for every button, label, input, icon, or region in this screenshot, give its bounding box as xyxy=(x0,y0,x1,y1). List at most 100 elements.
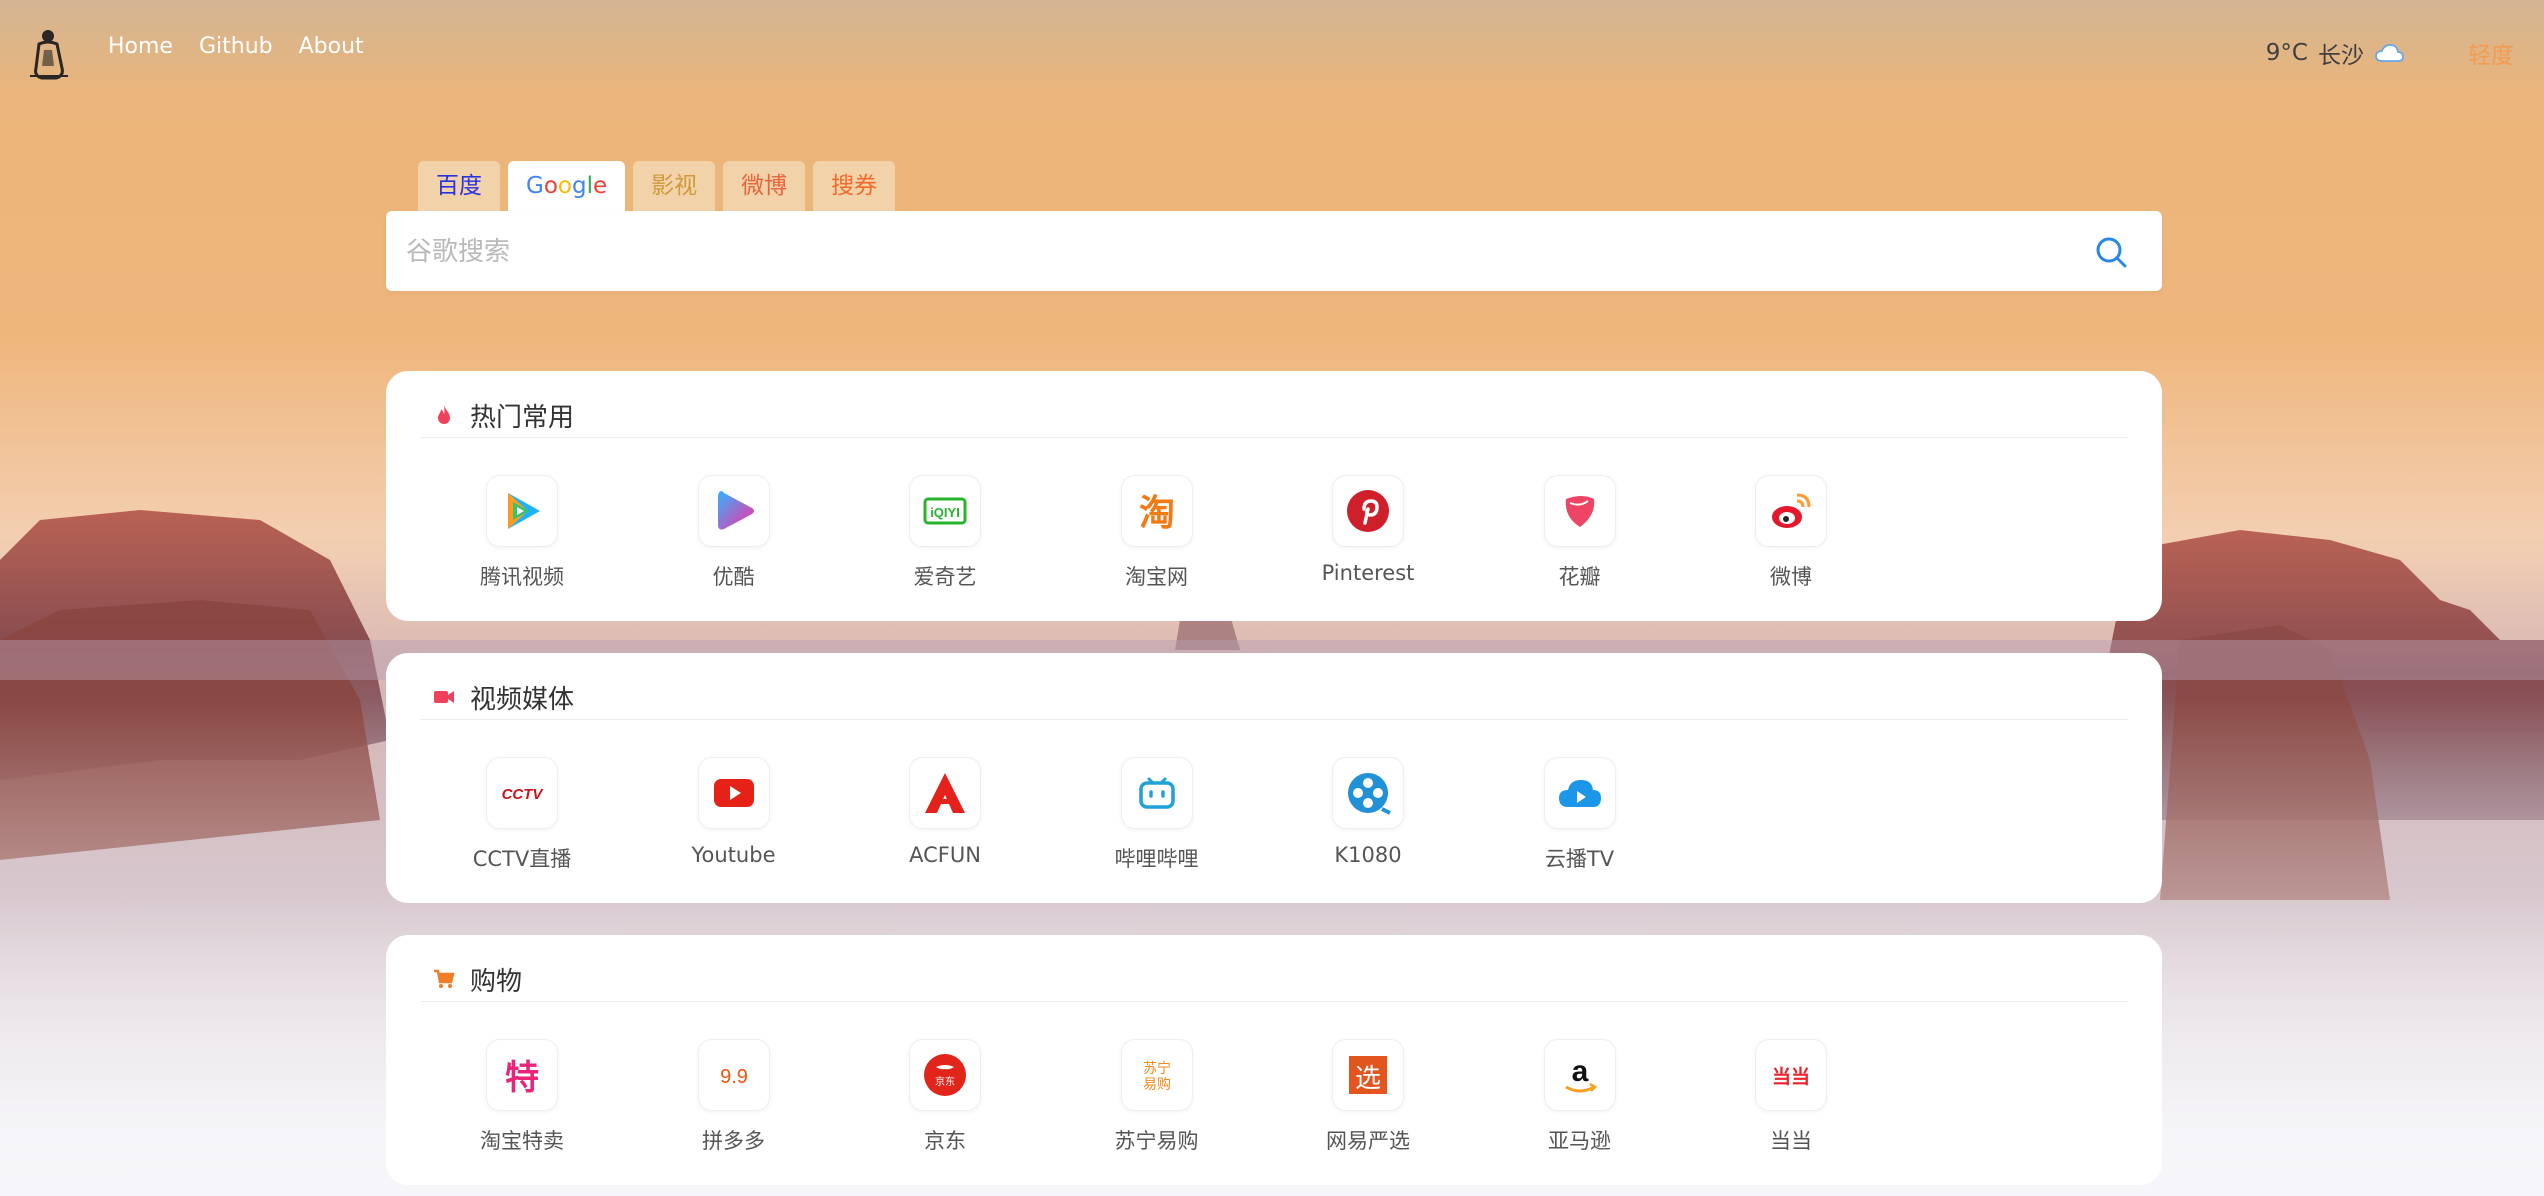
site-link[interactable]: 腾讯视频 xyxy=(432,475,612,591)
search-input[interactable] xyxy=(404,223,2058,281)
site-label: 当当 xyxy=(1770,1129,1812,1153)
section-card-2: 购物特淘宝特卖 9.9 拼多多 京东 京东 苏宁 易购 苏宁易购选网易严选 a 亚马逊 当当 当当 xyxy=(386,935,2162,1185)
svg-text:9.9: 9.9 xyxy=(720,1066,748,1088)
huaban-icon xyxy=(1543,475,1616,547)
site-label: 腾讯视频 xyxy=(480,565,564,589)
taobao-icon: 淘 xyxy=(1120,475,1193,547)
fire-icon xyxy=(432,403,456,427)
section-header: 热门常用 xyxy=(420,393,2128,438)
site-label: Youtube xyxy=(691,843,776,867)
youku-icon xyxy=(697,475,770,547)
suning-icon: 苏宁 易购 xyxy=(1120,1039,1193,1111)
site-link[interactable]: CCTV CCTV直播 xyxy=(432,757,612,873)
site-link[interactable]: 云播TV xyxy=(1490,757,1670,873)
search-tab-1[interactable]: Google xyxy=(508,161,626,211)
site-link[interactable]: 苏宁 易购 苏宁易购 xyxy=(1067,1039,1247,1155)
site-link[interactable]: 京东 京东 xyxy=(855,1039,1035,1155)
site-label: 花瓣 xyxy=(1558,565,1601,589)
section-card-1: 视频媒体 CCTV CCTV直播 Youtube ACFUN 哔哩哔哩 K1080 云播TV xyxy=(386,653,2162,903)
site-label: 亚马逊 xyxy=(1548,1129,1611,1153)
svg-text:iQIYI: iQIYI xyxy=(930,505,960,520)
search-tab-3[interactable]: 微博 xyxy=(723,161,806,211)
site-link[interactable]: 花瓣 xyxy=(1490,475,1670,591)
search-tab-label: Google xyxy=(526,173,608,199)
iqiyi-icon: iQIYI xyxy=(909,475,981,547)
search-bar xyxy=(386,211,2162,291)
weibo-icon xyxy=(1755,475,1827,547)
youtube-icon xyxy=(697,757,770,829)
logo-icon[interactable] xyxy=(26,26,72,80)
top-bar: Home Github About 9°C 长沙 轻度 xyxy=(0,0,2544,100)
site-link[interactable]: iQIYI 爱奇艺 xyxy=(855,475,1035,591)
nav-github-link[interactable]: Github xyxy=(199,34,273,59)
nav-home-link[interactable]: Home xyxy=(108,34,173,59)
bilibili-icon xyxy=(1120,757,1193,829)
acfun-icon xyxy=(909,757,981,829)
svg-text:选: 选 xyxy=(1355,1064,1381,1094)
video-camera-icon xyxy=(432,685,456,709)
site-link[interactable]: 哔哩哔哩 xyxy=(1067,757,1247,873)
svg-text:a: a xyxy=(1571,1055,1588,1088)
site-link[interactable]: Pinterest xyxy=(1278,475,1458,585)
cloud-play-icon xyxy=(1543,757,1616,829)
site-label: Pinterest xyxy=(1321,561,1415,585)
site-link[interactable]: 当当 当当 xyxy=(1701,1039,1881,1155)
site-label: 微博 xyxy=(1770,565,1812,589)
section-title: 热门常用 xyxy=(470,403,575,433)
site-link[interactable]: K1080 xyxy=(1278,757,1458,867)
jd-icon: 京东 xyxy=(909,1039,981,1111)
amazon-icon: a xyxy=(1543,1039,1616,1111)
site-link[interactable]: Youtube xyxy=(644,757,824,867)
cctv-icon: CCTV xyxy=(486,757,558,829)
site-label: 淘宝特卖 xyxy=(480,1129,564,1153)
site-label: 爱奇艺 xyxy=(913,565,977,589)
site-link[interactable]: 优酷 xyxy=(644,475,824,591)
search-tab-label: 百度 xyxy=(436,173,482,199)
section-card-0: 热门常用腾讯视频 优酷 iQIYI 爱奇艺 淘淘宝网 Pinterest 花瓣 微博 xyxy=(386,371,2162,621)
weather-temp: 9°C xyxy=(2265,40,2308,66)
site-label: 拼多多 xyxy=(702,1129,765,1153)
search-tab-label: 影视 xyxy=(651,173,698,199)
site-label: CCTV直播 xyxy=(472,847,572,871)
nav-about-link[interactable]: About xyxy=(299,34,364,59)
site-link[interactable]: 淘淘宝网 xyxy=(1067,475,1247,591)
svg-text:苏宁: 苏宁 xyxy=(1143,1060,1171,1077)
site-link[interactable]: 选网易严选 xyxy=(1278,1039,1458,1155)
section-title: 购物 xyxy=(470,967,523,997)
search-tab-label: 微博 xyxy=(741,173,788,199)
svg-text:特: 特 xyxy=(505,1058,539,1098)
site-label: 优酷 xyxy=(712,565,755,589)
dangdang-icon: 当当 xyxy=(1755,1039,1827,1111)
search-tab-4[interactable]: 搜券 xyxy=(813,161,896,211)
site-label: 网易严选 xyxy=(1326,1129,1410,1153)
section-header: 视频媒体 xyxy=(420,675,2128,720)
site-link[interactable]: 微博 xyxy=(1701,475,1881,591)
site-link[interactable]: ACFUN xyxy=(855,757,1035,867)
site-link[interactable]: a 亚马逊 xyxy=(1490,1039,1670,1155)
search-engine-tabs: 百度 Google 影视 微博 搜券 xyxy=(418,161,896,211)
nav-links: Home Github About xyxy=(108,34,364,59)
weather-city: 长沙 xyxy=(2318,43,2364,69)
site-link[interactable]: 9.9 拼多多 xyxy=(644,1039,824,1155)
cloud-icon xyxy=(2375,44,2404,62)
site-label: 云播TV xyxy=(1544,847,1615,871)
section-title: 视频媒体 xyxy=(470,685,575,715)
site-label: K1080 xyxy=(1334,843,1402,867)
svg-text:CCTV: CCTV xyxy=(502,786,545,803)
section-header: 购物 xyxy=(420,957,2128,1002)
search-icon[interactable] xyxy=(2094,235,2128,269)
site-link[interactable]: 特淘宝特卖 xyxy=(432,1039,612,1155)
site-label: 哔哩哔哩 xyxy=(1114,847,1199,871)
weather-widget: 9°C 长沙 轻度 xyxy=(2265,36,2514,70)
search-tab-label: 搜券 xyxy=(831,173,878,199)
film-reel-icon xyxy=(1332,757,1404,829)
site-label: 京东 xyxy=(924,1129,966,1153)
search-tab-2[interactable]: 影视 xyxy=(633,161,716,211)
yanxuan-icon: 选 xyxy=(1332,1039,1404,1111)
site-label: 苏宁易购 xyxy=(1114,1129,1199,1153)
tencent-video-icon xyxy=(486,475,558,547)
site-label: ACFUN xyxy=(909,843,981,867)
search-tab-0[interactable]: 百度 xyxy=(418,161,500,211)
air-quality-label: 轻度 xyxy=(2468,43,2514,69)
svg-text:淘: 淘 xyxy=(1138,493,1174,534)
